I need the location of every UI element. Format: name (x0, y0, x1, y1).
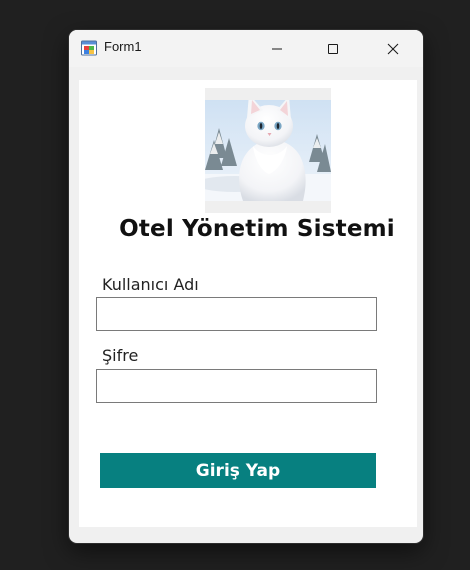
title-bar[interactable]: Form1 (69, 30, 423, 67)
cat-picture-box (205, 88, 331, 213)
username-input[interactable] (96, 297, 377, 331)
white-cat-picture (205, 88, 331, 213)
maximize-icon (328, 43, 338, 54)
minimize-icon (272, 48, 282, 49)
password-input[interactable] (96, 369, 377, 403)
winforms-app-icon (81, 40, 97, 56)
close-button[interactable] (365, 30, 421, 67)
app-window: Form1 Otel Yönetim Sistemi Kullanıcı Adı… (69, 30, 423, 543)
close-icon (387, 43, 399, 54)
page-title: Otel Yönetim Sistemi (119, 216, 395, 242)
password-label: Şifre (102, 346, 139, 365)
window-title: Form1 (104, 39, 142, 54)
login-button[interactable]: Giriş Yap (100, 453, 376, 488)
username-label: Kullanıcı Adı (102, 275, 199, 294)
maximize-button[interactable] (305, 30, 361, 67)
minimize-button[interactable] (249, 30, 305, 67)
form-client-area: Otel Yönetim Sistemi Kullanıcı Adı Şifre… (79, 80, 417, 527)
